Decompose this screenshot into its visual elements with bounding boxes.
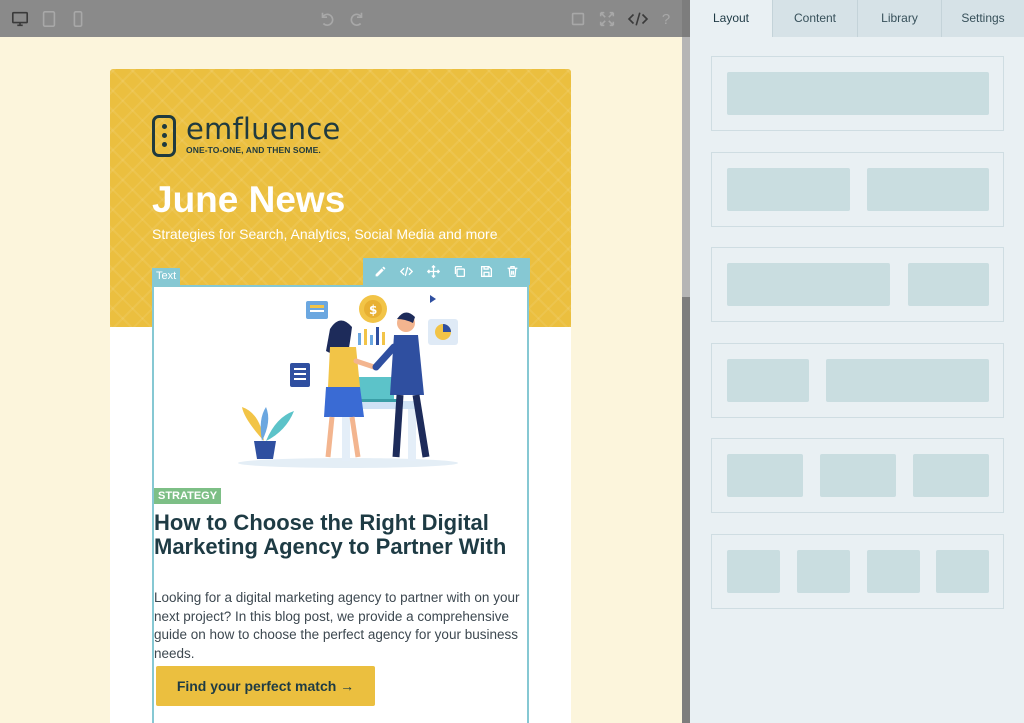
move-icon[interactable] [423, 262, 443, 282]
tab-settings[interactable]: Settings [942, 0, 1024, 37]
hero-title: June News [152, 179, 346, 220]
layout-cell [908, 263, 989, 306]
business-handshake-illustration: $ [238, 295, 458, 468]
panel-tabs: Layout Content Library Settings [690, 0, 1024, 37]
duplicate-icon[interactable] [450, 262, 470, 282]
save-icon[interactable] [476, 262, 496, 282]
tab-layout[interactable]: Layout [690, 0, 773, 37]
layout-option-1-column[interactable] [711, 56, 1004, 131]
layout-option-4-columns[interactable] [711, 534, 1004, 609]
code-icon[interactable] [626, 9, 650, 29]
layout-cell [727, 550, 780, 593]
editor-canvas: ? emfluence ONE-TO-ONE, AND THEN SOME. J… [0, 0, 682, 723]
square-icon[interactable] [568, 9, 588, 29]
mobile-icon[interactable] [68, 9, 88, 29]
tab-content[interactable]: Content [773, 0, 858, 37]
layout-cell [826, 359, 989, 402]
brand-tagline: ONE-TO-ONE, AND THEN SOME. [186, 145, 321, 155]
tab-library[interactable]: Library [858, 0, 942, 37]
layout-cell [797, 550, 850, 593]
layout-cell [727, 454, 803, 497]
svg-text:$: $ [369, 303, 377, 317]
block-toolbar [363, 258, 530, 285]
brand-logo: emfluence ONE-TO-ONE, AND THEN SOME. [152, 115, 341, 157]
layout-cell [936, 550, 989, 593]
category-tag: STRATEGY [154, 488, 222, 504]
layout-cell [727, 168, 850, 211]
layout-option-3-columns[interactable] [711, 438, 1004, 513]
layout-cell [727, 263, 890, 306]
pencil-icon[interactable] [370, 262, 390, 282]
fullscreen-icon[interactable] [597, 9, 617, 29]
cta-button[interactable]: Find your perfect match → [156, 666, 375, 706]
scrollbar-thumb[interactable] [682, 37, 690, 297]
layout-option-2-columns-narrow-wide[interactable] [711, 343, 1004, 418]
layout-option-2-columns-equal[interactable] [711, 152, 1004, 227]
redo-icon[interactable] [347, 9, 367, 29]
hero-subtitle: Strategies for Search, Analytics, Social… [152, 226, 498, 242]
tablet-icon[interactable] [39, 9, 59, 29]
layout-cell [727, 72, 989, 115]
editor-toolbar: ? [0, 0, 682, 37]
layout-cell [867, 550, 920, 593]
desktop-icon[interactable] [10, 9, 30, 29]
layout-cell [820, 454, 896, 497]
layout-cell [867, 168, 989, 211]
layout-cell [727, 359, 809, 402]
layout-cell [913, 454, 989, 497]
undo-icon[interactable] [317, 9, 337, 29]
code-icon[interactable] [397, 262, 417, 282]
brand-name: emfluence [186, 112, 341, 146]
block-type-label: Text [152, 268, 181, 285]
trash-icon[interactable] [503, 262, 523, 282]
help-icon[interactable]: ? [656, 9, 676, 29]
selected-text-block[interactable]: $ STRATEGY How to Choose the Right Digit… [152, 285, 529, 723]
layout-option-2-columns-wide-narrow[interactable] [711, 247, 1004, 322]
side-panel: Layout Content Library Settings [690, 0, 1024, 723]
article-body: Looking for a digital marketing agency t… [154, 590, 520, 661]
article-title: How to Choose the Right Digital Marketin… [154, 510, 507, 559]
logo-mark-icon [152, 115, 176, 157]
